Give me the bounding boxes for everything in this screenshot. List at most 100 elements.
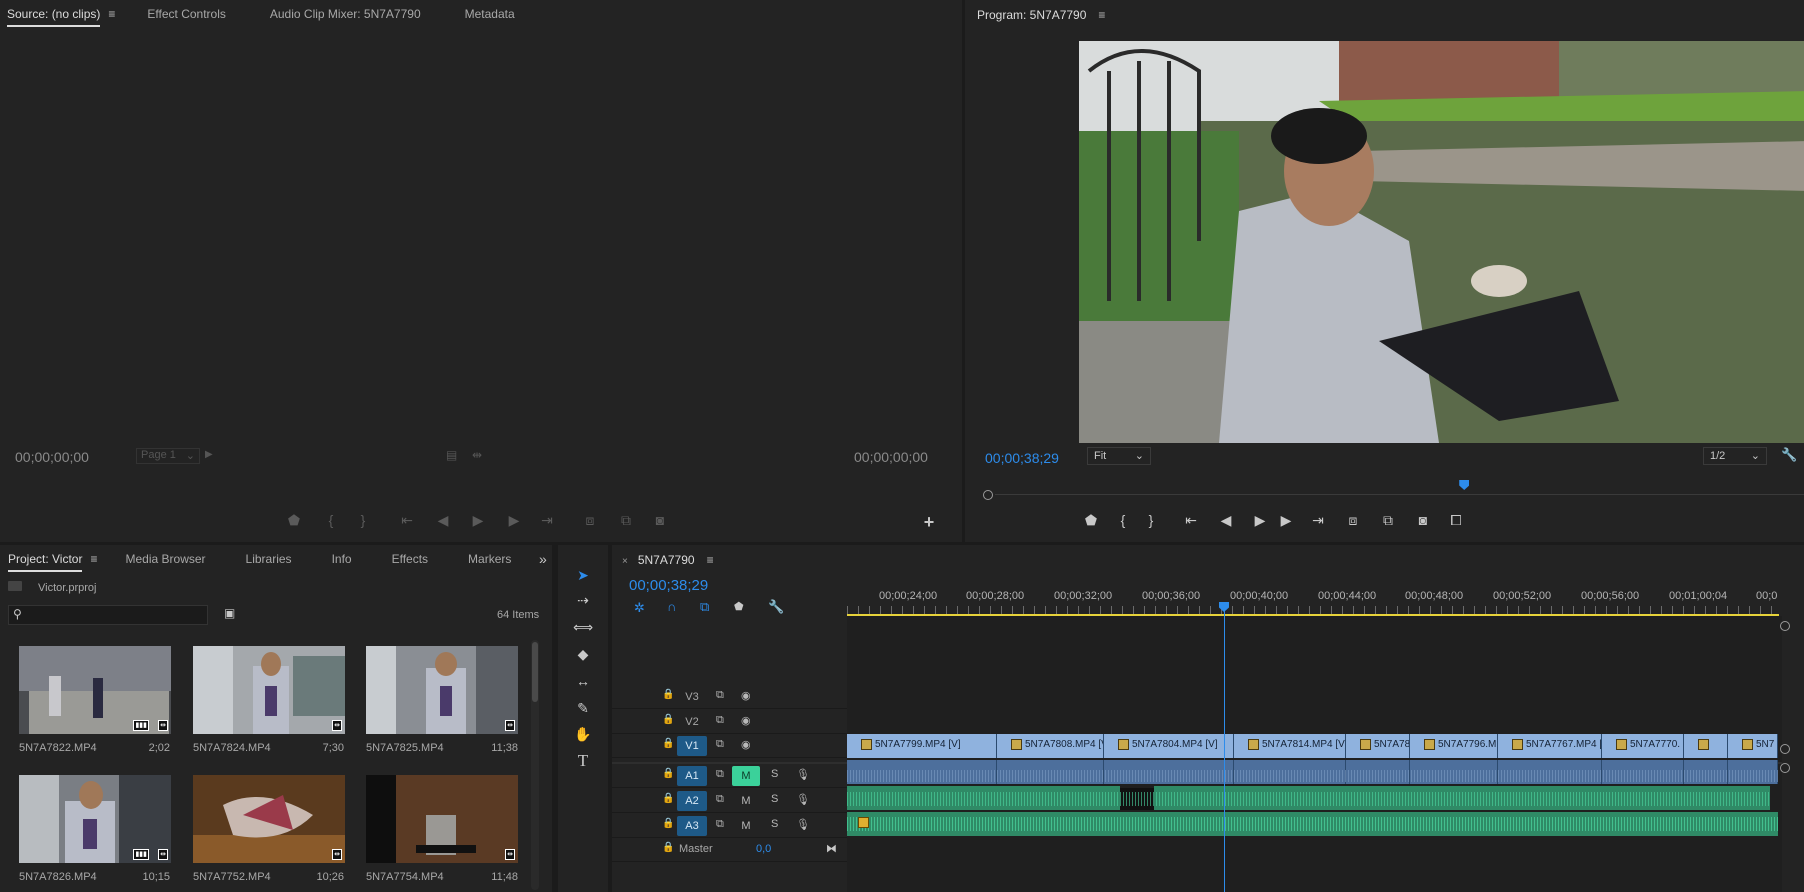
video-clip[interactable] (1684, 734, 1728, 758)
track-label[interactable]: A2 (677, 791, 707, 811)
lock-icon[interactable]: 🔒 (662, 689, 674, 700)
video-clip[interactable]: 5N7A7804.MP4 [V] (1104, 734, 1234, 758)
snap-icon[interactable]: ∩ (667, 599, 676, 614)
page-select[interactable]: Page 1 ⌄ (136, 448, 200, 464)
solo-button[interactable]: S (771, 793, 778, 805)
vertical-zoom-handle[interactable] (1780, 763, 1790, 773)
hand-tool-icon[interactable]: ✋ (572, 723, 594, 745)
track-master[interactable]: 🔒 Master 0,0 ⧓ (612, 838, 847, 862)
timeline-tab[interactable]: × 5N7A7790 ≡ (622, 553, 714, 567)
video-clip[interactable]: 5N7A78 (1346, 734, 1410, 758)
thumbnail-5N7A7754[interactable]: ⇹ (366, 775, 518, 863)
nest-toggle-icon[interactable]: ✲ (634, 600, 645, 616)
step-back-icon[interactable]: ◀ (432, 509, 454, 531)
video-clip[interactable]: 5N7A7767.MP4 [ (1498, 734, 1602, 758)
camera-icon[interactable]: ◙ (649, 509, 671, 531)
tab-project[interactable]: Project: Victor ≡ (0, 545, 108, 573)
panel-menu-icon[interactable]: ≡ (90, 552, 97, 566)
insert-icon[interactable]: ⧈ (579, 509, 601, 531)
go-to-out-icon[interactable]: ⇥ (1307, 509, 1329, 531)
tab-info[interactable]: Info (322, 545, 362, 573)
sync-lock-icon[interactable]: ⧉ (716, 714, 724, 727)
marker-icon[interactable]: ⬟ (283, 509, 305, 531)
video-clip[interactable]: 5N7A7814.MP4 [V] (1234, 734, 1346, 758)
track-label[interactable]: V3 (677, 687, 707, 707)
comparison-view-icon[interactable]: ⧠ (1445, 509, 1467, 531)
track-label[interactable]: A3 (677, 816, 707, 836)
track-a2[interactable]: 🔒 A2 ⧉ M S 🎙 (612, 789, 847, 813)
video-clip[interactable]: 5N7A7796.M (1410, 734, 1498, 758)
video-clip[interactable]: 5N7A7799.MP4 [V] (847, 734, 997, 758)
timeline-timecode[interactable]: 00;00;38;29 (629, 577, 708, 594)
slip-tool-icon[interactable]: ↔ (572, 670, 594, 692)
thumbnail-5N7A7752[interactable]: ⇹ (193, 775, 345, 863)
tab-audio-clip-mixer[interactable]: Audio Clip Mixer: 5N7A7790 (260, 0, 431, 28)
sync-lock-icon[interactable]: ⧉ (716, 768, 724, 781)
go-to-out-icon[interactable]: ⇥ (536, 509, 558, 531)
thumbnail-5N7A7824[interactable]: ⇹ (193, 646, 345, 734)
drag-video-icon[interactable]: ▤ (446, 448, 457, 462)
add-marker-icon[interactable]: ⬟ (734, 600, 744, 613)
mute-button[interactable]: M (732, 791, 760, 811)
play-icon[interactable]: ▶ (1249, 509, 1271, 531)
video-clip[interactable]: 5N7 (1728, 734, 1778, 758)
source-timecode-left[interactable]: 00;00;00;00 (15, 449, 89, 465)
microphone-icon[interactable]: 🎙 (796, 793, 810, 806)
lock-icon[interactable]: 🔒 (662, 793, 674, 804)
lock-icon[interactable]: 🔒 (662, 842, 674, 853)
lock-icon[interactable]: 🔒 (662, 738, 674, 749)
step-back-icon[interactable]: ◀ (1215, 509, 1237, 531)
track-a3[interactable]: 🔒 A3 ⧉ M S 🎙 (612, 814, 847, 838)
video-clip[interactable]: 5N7A7770. (1602, 734, 1684, 758)
thumbnail-5N7A7826[interactable]: ▮▮▮ ⇹ (19, 775, 171, 863)
tab-effect-controls[interactable]: Effect Controls (137, 0, 235, 28)
master-volume[interactable]: 0,0 (756, 843, 771, 855)
program-playhead[interactable] (1459, 480, 1470, 490)
track-v2[interactable]: 🔒 V2 ⧉ ◉ (612, 710, 847, 734)
step-forward-icon[interactable]: ▶ (1275, 509, 1297, 531)
track-v3[interactable]: 🔒 V3 ⧉ ◉ (612, 685, 847, 709)
step-forward-icon[interactable]: ▶ (503, 509, 525, 531)
lift-icon[interactable]: ⧈ (1342, 509, 1364, 531)
program-title[interactable]: Program: 5N7A7790 ≡ (977, 8, 1105, 22)
thumbnail-5N7A7822[interactable]: ▮▮▮ ⇹ (19, 646, 171, 734)
solo-button[interactable]: S (771, 768, 778, 780)
tab-effects[interactable]: Effects (382, 545, 438, 573)
tab-source[interactable]: Source: (no clips) ≡ (0, 0, 125, 28)
panel-menu-icon[interactable]: ≡ (108, 7, 115, 21)
mark-in-icon[interactable]: { (320, 509, 342, 531)
pen-tool-icon[interactable]: ✎ (572, 697, 594, 719)
sync-lock-icon[interactable]: ⧉ (716, 818, 724, 831)
go-to-in-icon[interactable]: ⇤ (1180, 509, 1202, 531)
solo-button[interactable]: S (771, 818, 778, 830)
scrubber-start-handle[interactable] (983, 490, 993, 500)
play-triangle-small-icon[interactable]: ▶ (205, 449, 213, 460)
timeline-settings-icon[interactable]: 🔧 (768, 599, 784, 615)
lock-icon[interactable]: 🔒 (662, 768, 674, 779)
microphone-icon[interactable]: 🎙 (796, 768, 810, 781)
track-v1[interactable]: 🔒 V1 ⧉ ◉ (612, 734, 847, 758)
new-search-bin-icon[interactable]: ▣ (224, 606, 235, 620)
drag-audio-icon[interactable]: ⇹ (472, 448, 482, 462)
sync-lock-icon[interactable]: ⧉ (716, 793, 724, 806)
wrench-icon[interactable]: 🔧 (1781, 447, 1797, 463)
search-input[interactable]: ⚲ (8, 605, 208, 625)
vertical-zoom-handle[interactable] (1780, 744, 1790, 754)
project-scrollbar[interactable] (531, 640, 539, 890)
play-icon[interactable]: ▶ (467, 509, 489, 531)
vertical-zoom-handle[interactable] (1780, 621, 1790, 631)
extract-icon[interactable]: ⧉ (1377, 509, 1399, 531)
lock-icon[interactable]: 🔒 (662, 714, 674, 725)
track-a1[interactable]: 🔒 A1 ⧉ M S 🎙 (612, 764, 847, 788)
eye-icon[interactable]: ◉ (741, 714, 751, 727)
overwrite-icon[interactable]: ⧉ (615, 509, 637, 531)
track-label[interactable]: V2 (677, 712, 707, 732)
track-select-tool-icon[interactable]: ⇢ (572, 589, 594, 611)
marker-icon[interactable]: ⬟ (1080, 509, 1102, 531)
program-timecode[interactable]: 00;00;38;29 (985, 450, 1059, 466)
video-clip[interactable]: 5N7A7808.MP4 [V (997, 734, 1104, 758)
mark-out-icon[interactable]: } (352, 509, 374, 531)
selection-tool-icon[interactable]: ➤ (572, 564, 594, 586)
eye-icon[interactable]: ◉ (741, 689, 751, 702)
sync-lock-icon[interactable]: ⧉ (716, 689, 724, 702)
